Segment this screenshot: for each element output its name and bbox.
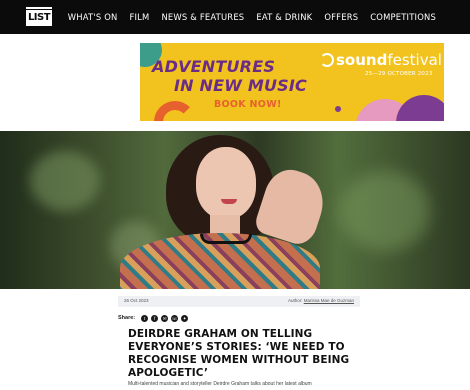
- ad-headline-line2: IN NEW MUSIC: [174, 76, 307, 95]
- ad-dates: 25—29 OCTOBER 2023: [365, 71, 433, 77]
- nav-whats-on[interactable]: WHAT'S ON: [68, 12, 118, 22]
- photo-subject-lips: [221, 199, 237, 204]
- ad-decor-dot: [335, 106, 341, 112]
- main-nav: WHAT'S ON FILM NEWS & FEATURES EAT & DRI…: [68, 0, 436, 34]
- ad-decor-ring: [154, 101, 196, 121]
- share-bar: Share: t f ✉ ☏ ✦: [118, 313, 189, 323]
- nav-news-features[interactable]: NEWS & FEATURES: [161, 12, 244, 22]
- twitter-icon[interactable]: t: [141, 314, 149, 322]
- article-meta-bar: 26 Oct 2023 Author: Marissa Mae de Guzma…: [118, 296, 360, 307]
- ad-headline: ADVENTURES IN NEW MUSIC: [152, 57, 307, 95]
- nav-competitions[interactable]: COMPETITIONS: [370, 12, 436, 22]
- photo-background: [30, 151, 100, 211]
- whatsapp-icon[interactable]: ☏: [171, 314, 179, 322]
- article-date: 26 Oct 2023: [124, 298, 149, 303]
- ad-brand-bold: sound: [336, 51, 388, 69]
- photo-background: [340, 171, 430, 251]
- nav-film[interactable]: FILM: [129, 12, 149, 22]
- soundwave-icon: [320, 53, 334, 67]
- photo-subject-collar: [200, 234, 252, 244]
- messenger-icon[interactable]: ✦: [181, 314, 189, 322]
- advert-banner[interactable]: ADVENTURES IN NEW MUSIC BOOK NOW! soundf…: [140, 43, 444, 121]
- author-link[interactable]: Marissa Mae de Guzman: [304, 298, 354, 303]
- nav-offers[interactable]: OFFERS: [324, 12, 358, 22]
- ad-brand: soundfestival: [336, 51, 442, 69]
- article-title: DEIRDRE GRAHAM ON TELLING EVERYONE’S STO…: [128, 328, 350, 379]
- facebook-icon[interactable]: f: [151, 314, 159, 322]
- article-teaser: Multi-talented musician and storyteller …: [128, 381, 312, 387]
- photo-subject-face: [196, 147, 256, 219]
- author-label: Author:: [287, 298, 303, 303]
- share-label: Share:: [118, 315, 136, 321]
- nav-eat-drink[interactable]: EAT & DRINK: [256, 12, 312, 22]
- top-navigation-bar: LIST WHAT'S ON FILM NEWS & FEATURES EAT …: [0, 0, 470, 34]
- email-icon[interactable]: ✉: [161, 314, 169, 322]
- hero-photo: [0, 131, 470, 289]
- ad-decor-shape: [396, 95, 444, 121]
- ad-brand-rest: festival: [387, 51, 442, 69]
- ad-book-now[interactable]: BOOK NOW!: [214, 99, 282, 110]
- article-author: Author: Marissa Mae de Guzman: [288, 298, 354, 303]
- site-logo[interactable]: LIST: [26, 7, 52, 26]
- ad-headline-line1: ADVENTURES: [152, 57, 276, 76]
